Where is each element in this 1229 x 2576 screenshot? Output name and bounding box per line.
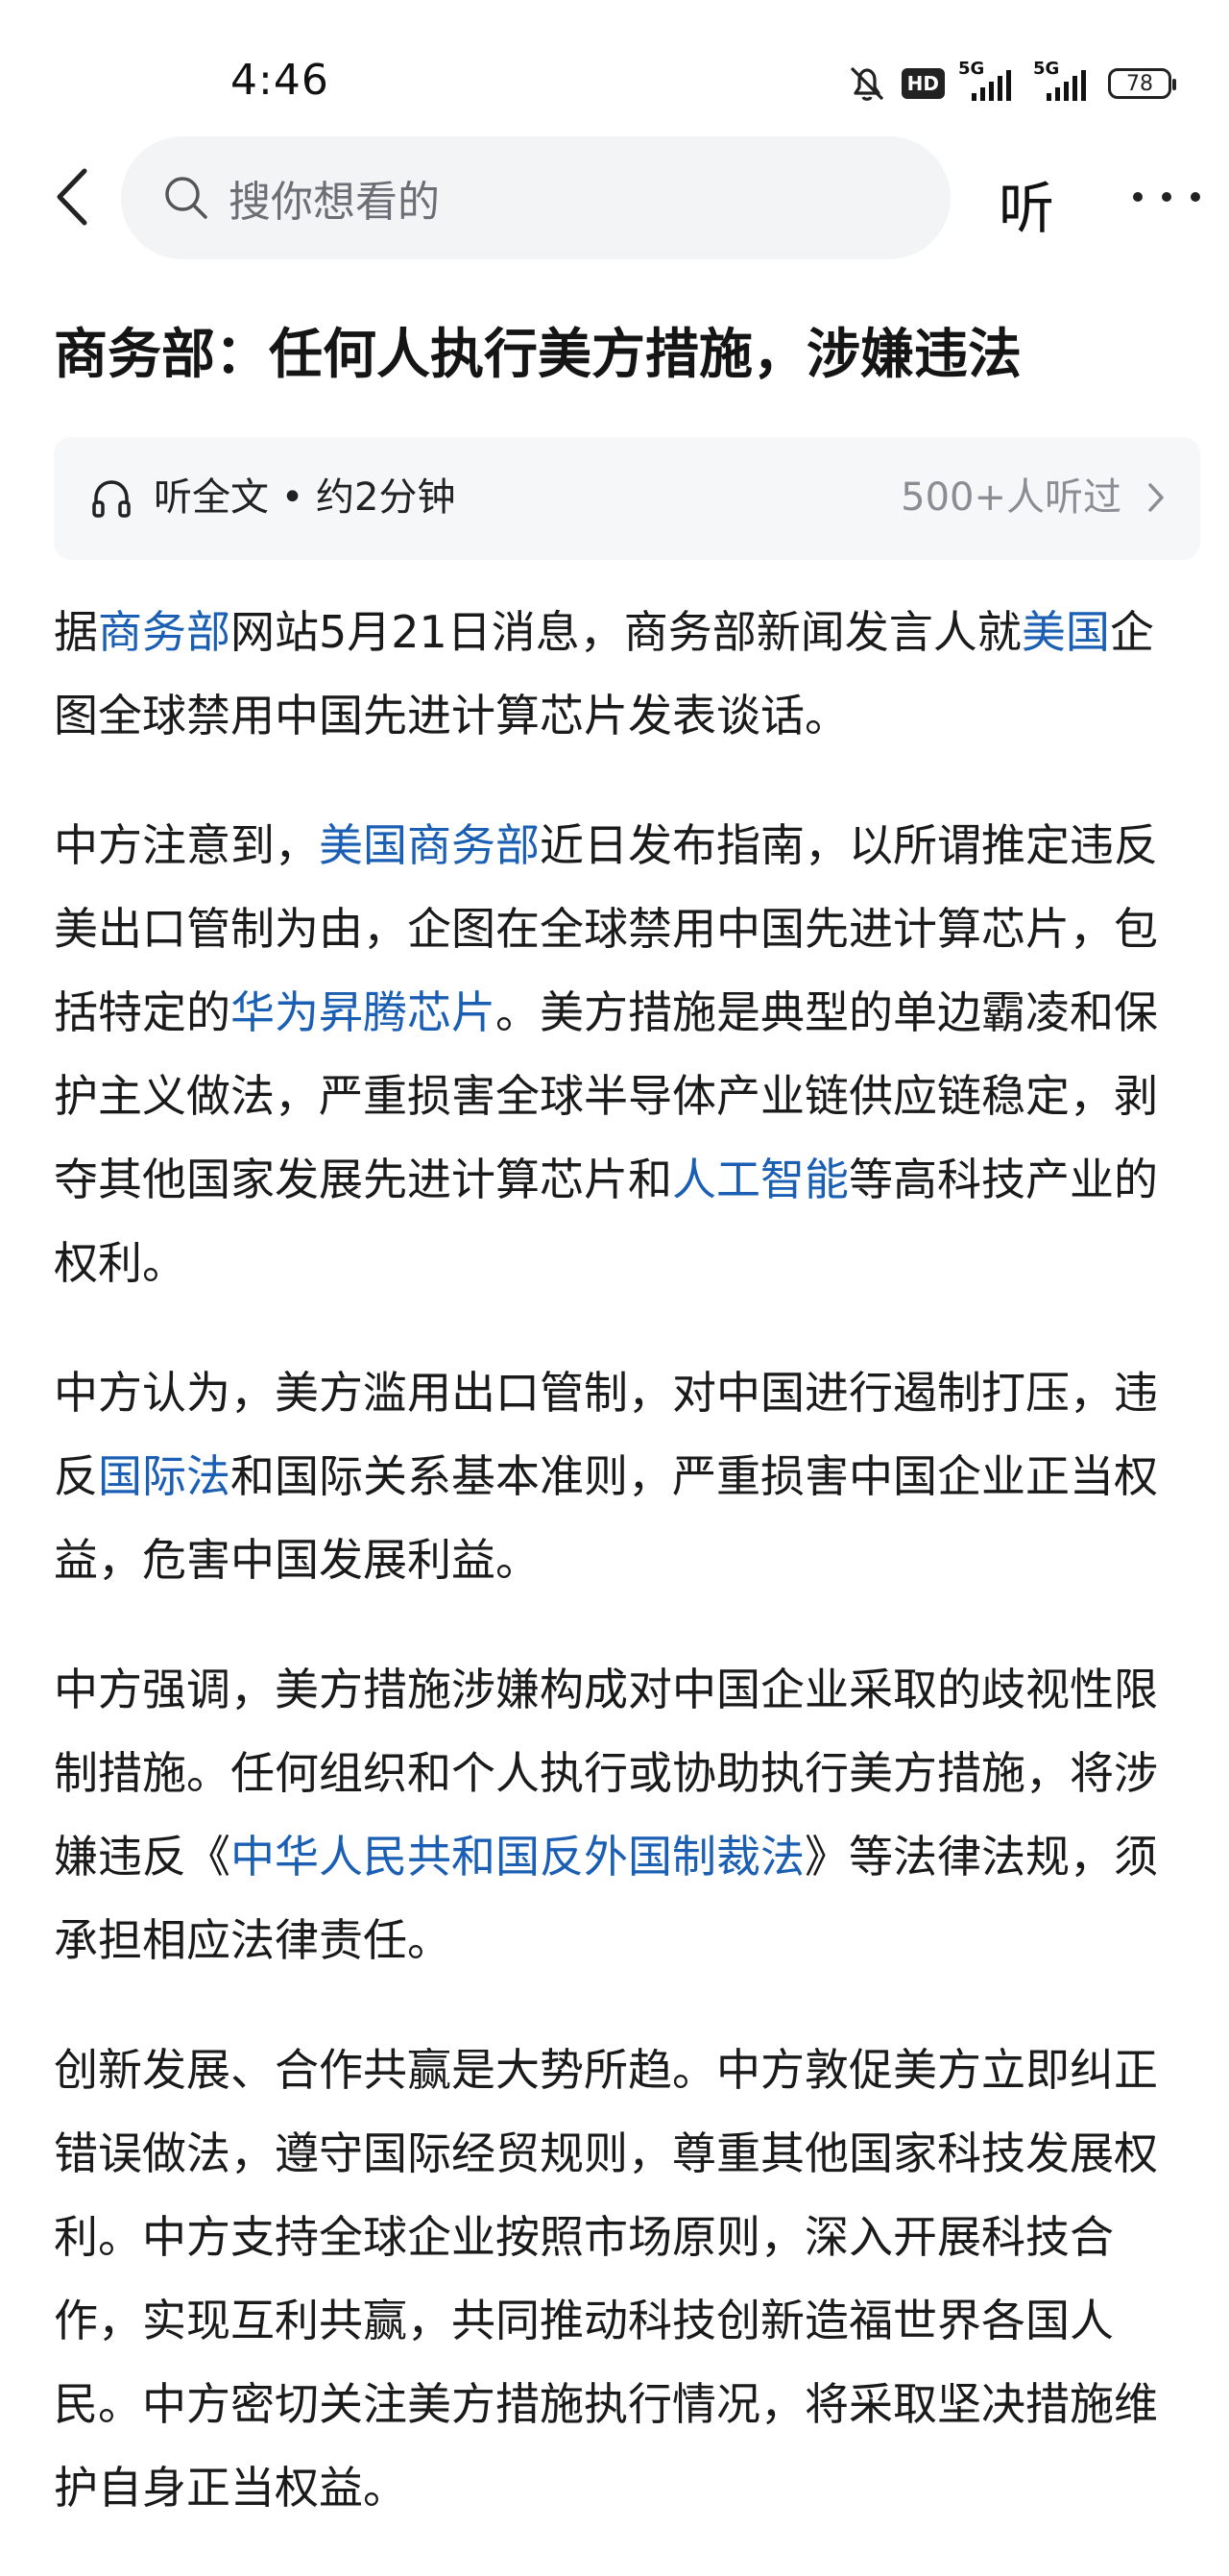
signal-icon-sim2: 5G bbox=[1033, 59, 1095, 103]
status-bar: 4:46 HD 5G 5G 78 bbox=[0, 0, 1229, 144]
audio-label: 听全文 • 约2分钟 bbox=[154, 475, 456, 520]
entity-link[interactable]: 人工智能 bbox=[672, 1154, 849, 1205]
entity-link[interactable]: 中华人民共和国反外国制裁法 bbox=[230, 1831, 805, 1883]
bell-off-icon bbox=[850, 66, 883, 101]
paragraph-text: 网站5月21日消息，商务部新闻发言人就 bbox=[230, 606, 1022, 658]
listen-button[interactable]: 听 bbox=[999, 163, 1054, 244]
back-arrow-icon[interactable] bbox=[46, 163, 104, 231]
headphones-icon bbox=[92, 480, 131, 518]
status-icons: HD 5G 5G 78 bbox=[846, 59, 1176, 108]
paragraph-text: 创新发展、合作共赢是大势所趋。中方敦促美方立即纠正错误做法，遵守国际经贸规则，尊… bbox=[54, 2044, 1158, 2514]
top-nav: 搜你想看的 听 bbox=[0, 134, 1229, 259]
paragraph-text: 中方注意到， bbox=[54, 819, 319, 871]
article-paragraph: 中方认为，美方滥用出口管制，对中国进行遏制打压，违反国际法和国际关系基本准则，严… bbox=[54, 1351, 1183, 1602]
hd-badge: HD bbox=[901, 68, 945, 99]
search-input[interactable]: 搜你想看的 bbox=[121, 136, 951, 259]
article-paragraph: 中方强调，美方措施涉嫌构成对中国企业采取的歧视性限制措施。任何组织和个人执行或协… bbox=[54, 1648, 1183, 1982]
entity-link[interactable]: 美国 bbox=[1022, 606, 1110, 658]
search-icon bbox=[165, 177, 207, 219]
audio-listen-count: 500+人听过 bbox=[901, 475, 1121, 520]
search-placeholder: 搜你想看的 bbox=[229, 178, 440, 227]
article-paragraph: 中方注意到，美国商务部近日发布指南，以所谓推定违反美出口管制为由，企图在全球禁用… bbox=[54, 804, 1183, 1305]
entity-link[interactable]: 商务部 bbox=[98, 606, 230, 658]
status-time: 4:46 bbox=[230, 56, 329, 105]
article-paragraph: 创新发展、合作共赢是大势所趋。中方敦促美方立即纠正错误做法，遵守国际经贸规则，尊… bbox=[54, 2029, 1183, 2530]
more-dots-icon[interactable] bbox=[1133, 173, 1200, 221]
entity-link[interactable]: 国际法 bbox=[98, 1450, 230, 1502]
listen-full-article-bar[interactable]: 听全文 • 约2分钟 500+人听过 bbox=[54, 437, 1200, 560]
article-title: 商务部：任何人执行美方措施，涉嫌违法 bbox=[54, 324, 1022, 386]
signal-icon-sim1: 5G bbox=[958, 59, 1020, 103]
entity-link[interactable]: 华为昇腾芯片 bbox=[230, 986, 495, 1038]
battery-icon: 78 bbox=[1108, 68, 1176, 99]
paragraph-text: 据 bbox=[54, 606, 98, 658]
article-body: 据商务部网站5月21日消息，商务部新闻发言人就美国企图全球禁用中国先进计算芯片发… bbox=[54, 591, 1183, 2576]
entity-link[interactable]: 美国商务部 bbox=[319, 819, 540, 871]
article-paragraph: 据商务部网站5月21日消息，商务部新闻发言人就美国企图全球禁用中国先进计算芯片发… bbox=[54, 591, 1183, 758]
chevron-right-icon bbox=[1148, 483, 1164, 512]
